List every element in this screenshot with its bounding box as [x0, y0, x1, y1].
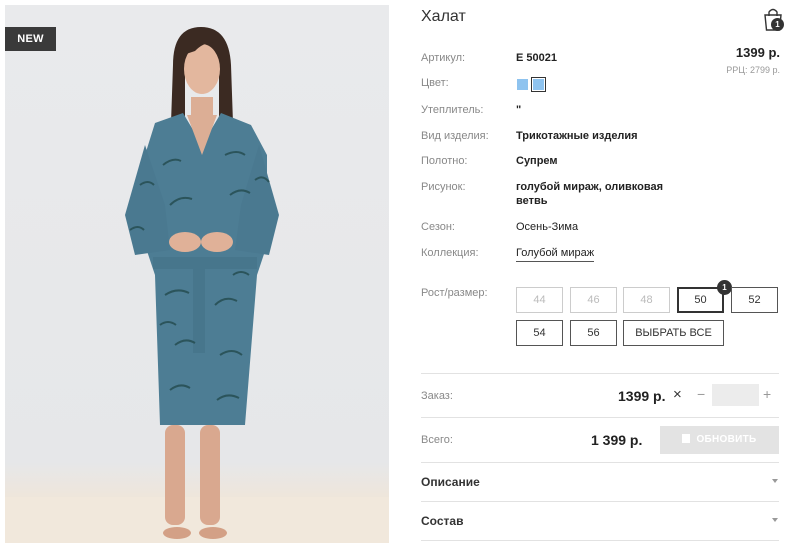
size-button-46[interactable]: 46 — [570, 287, 617, 313]
color-swatch[interactable] — [517, 79, 528, 90]
color-label: Цвет: — [421, 77, 449, 89]
fabric-label: Полотно: — [421, 155, 468, 167]
divider — [421, 373, 779, 374]
divider — [421, 462, 779, 463]
update-button[interactable]: ОБНОВИТЬ — [660, 426, 779, 454]
order-label: Заказ: — [421, 390, 453, 402]
recommended-retail-price: РРЦ: 2799 р. — [726, 65, 780, 75]
article-label: Артикул: — [421, 52, 466, 64]
size-button-48[interactable]: 48 — [623, 287, 670, 313]
divider — [421, 501, 779, 502]
remove-order-icon[interactable]: × — [673, 386, 682, 403]
model-image — [5, 27, 389, 543]
size-label: Рост/размер: — [421, 287, 488, 299]
product-title: Халат — [421, 8, 466, 25]
insulation-label: Утеплитель: — [421, 104, 484, 116]
order-price: 1399 р. — [618, 388, 666, 404]
chevron-down-icon[interactable] — [772, 518, 778, 522]
type-value: Трикотажные изделия — [516, 130, 638, 142]
chevron-down-icon[interactable] — [772, 479, 778, 483]
pattern-label: Рисунок: — [421, 181, 466, 193]
quantity-input[interactable] — [712, 384, 759, 406]
update-button-label: ОБНОВИТЬ — [696, 434, 757, 445]
select-all-sizes-button[interactable]: ВЫБРАТЬ ВСЕ — [623, 320, 724, 346]
pattern-value-line2: ветвь — [516, 195, 548, 207]
trash-icon — [682, 434, 691, 443]
divider — [421, 417, 779, 418]
size-button-56[interactable]: 56 — [570, 320, 617, 346]
size-count-badge: 1 — [717, 280, 732, 295]
type-label: Вид изделия: — [421, 130, 489, 142]
product-photo[interactable]: NEW — [5, 5, 389, 543]
collection-label: Коллекция: — [421, 247, 479, 259]
quantity-increment-button[interactable]: + — [763, 386, 771, 402]
fabric-value: Супрем — [516, 155, 558, 167]
season-value: Осень-Зима — [516, 221, 579, 233]
accordion-composition[interactable]: Состав — [421, 514, 463, 528]
new-badge: NEW — [5, 27, 56, 51]
size-button-44[interactable]: 44 — [516, 287, 563, 313]
article-value: Е 50021 — [516, 52, 557, 64]
color-swatch-selected[interactable] — [531, 77, 546, 92]
quantity-decrement-button[interactable]: − — [697, 386, 705, 402]
insulation-value: " — [516, 104, 522, 116]
collection-link[interactable]: Голубой мираж — [516, 247, 595, 262]
pattern-value-line1: голубой мираж, оливковая — [516, 181, 664, 193]
accordion-description[interactable]: Описание — [421, 475, 480, 489]
cart-count-badge: 1 — [771, 18, 784, 31]
size-button-54[interactable]: 54 — [516, 320, 563, 346]
size-button-52[interactable]: 52 — [731, 287, 778, 313]
product-price: 1399 р. — [735, 45, 780, 60]
total-label: Всего: — [421, 434, 453, 446]
total-value: 1 399 р. — [591, 432, 643, 448]
season-label: Сезон: — [421, 221, 455, 233]
divider — [421, 540, 779, 541]
